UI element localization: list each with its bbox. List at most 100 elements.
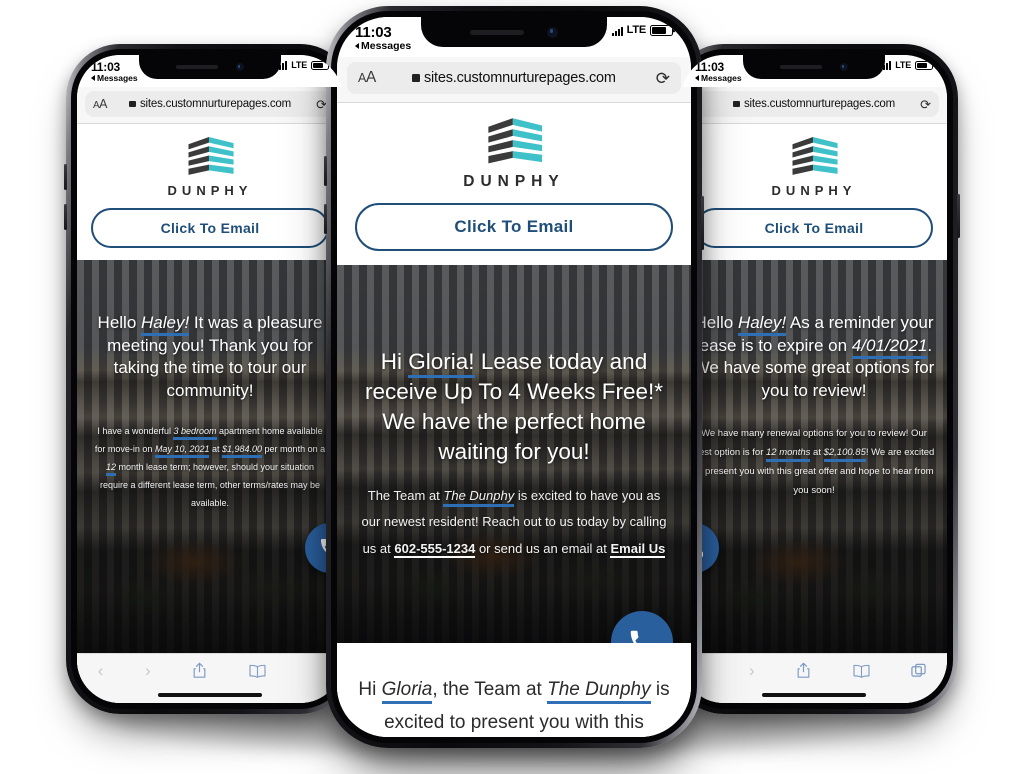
aa-large: A <box>365 69 376 86</box>
aa-large: A <box>99 97 108 111</box>
emphasized-token: 12 <box>105 462 116 477</box>
phone-center-screen: 11:03 Messages LTE AA sites.customnurtur… <box>337 17 691 737</box>
back-label: Messages <box>701 73 742 83</box>
click-to-email-button[interactable]: Click To Email <box>695 208 933 248</box>
home-indicator[interactable] <box>762 693 866 697</box>
power-button[interactable] <box>701 196 704 250</box>
triangle-left-icon <box>91 75 95 81</box>
hero-headline-left: Hello Haley! It was a pleasure meeting y… <box>97 313 323 400</box>
network-type-label: LTE <box>895 60 911 70</box>
cta-wrap-right: Click To Email <box>681 208 947 260</box>
back-to-messages-link[interactable]: Messages <box>695 73 742 83</box>
share-icon[interactable] <box>192 662 207 679</box>
home-indicator-wrap-left <box>77 687 343 703</box>
earpiece-speaker <box>780 65 823 69</box>
phone-right-bezel: 11:03 Messages LTE sites.customnurturepa… <box>675 49 953 709</box>
share-icon[interactable] <box>796 662 811 679</box>
aa-small: A <box>358 71 366 85</box>
page-content-left: DUNPHY Click To Email Hello Haley! It wa… <box>77 124 343 703</box>
status-time: 11:03 <box>695 60 725 74</box>
cta-wrap-left: Click To Email <box>77 208 343 260</box>
back-label: Messages <box>97 73 138 83</box>
emphasized-token: 3 bedroom <box>173 426 217 441</box>
volume-up-button[interactable] <box>324 156 327 186</box>
network-type-label: LTE <box>626 24 647 36</box>
triangle-left-icon <box>695 75 699 81</box>
hero-section-right: Hello Haley! As a reminder your lease is… <box>681 260 947 653</box>
back-to-messages-link[interactable]: Messages <box>91 73 138 83</box>
forward-icon[interactable]: › <box>145 661 151 681</box>
volume-down-button[interactable] <box>64 204 67 230</box>
phone-left-screen: 11:03 Messages LTE AA sites.customnurtur… <box>77 55 343 703</box>
book-icon[interactable] <box>853 664 870 678</box>
lock-icon <box>733 101 740 107</box>
emphasized-token: The Dunphy <box>443 487 515 507</box>
hero-body-center: The Team at The Dunphy is excited to hav… <box>361 487 667 558</box>
url-text[interactable]: sites.customnurturepages.com <box>424 70 616 86</box>
url-text[interactable]: sites.customnurturepages.com <box>140 98 291 110</box>
safari-url-bar-left: AA sites.customnurturepages.com ⟳ <box>77 87 343 124</box>
click-to-email-button[interactable]: Click To Email <box>355 203 673 251</box>
front-camera <box>546 26 558 38</box>
safari-url-bar-center: AA sites.customnurturepages.com ⟳ <box>337 57 691 103</box>
emphasized-token: Gloria <box>381 679 433 704</box>
lock-icon <box>411 74 420 82</box>
reload-icon[interactable]: ⟳ <box>313 98 327 111</box>
mockup-stage: 11:03 Messages LTE AA sites.customnurtur… <box>0 0 1024 774</box>
front-camera <box>839 63 848 71</box>
phone-right: 11:03 Messages LTE sites.customnurturepa… <box>670 44 960 714</box>
hero-body-left: I have a wonderful 3 bedroom apartment h… <box>94 426 326 509</box>
book-icon[interactable] <box>249 664 266 678</box>
brand-wordmark: DUNPHY <box>167 183 253 198</box>
back-to-messages-link[interactable]: Messages <box>355 40 411 52</box>
reload-icon[interactable]: ⟳ <box>652 70 670 87</box>
phone-left-bezel: 11:03 Messages LTE AA sites.customnurtur… <box>71 49 349 709</box>
brand-wordmark: DUNPHY <box>771 183 857 198</box>
forward-icon[interactable]: › <box>749 661 755 681</box>
battery-icon <box>311 60 329 70</box>
emphasized-token: 4/01/2021 <box>851 335 928 359</box>
text-size-button[interactable]: AA <box>93 97 108 111</box>
hero-section-center: Hi Gloria! Lease today and receive Up To… <box>337 265 691 643</box>
dunphy-logo-icon <box>483 117 545 167</box>
volume-up-button[interactable] <box>64 164 67 190</box>
text-size-button[interactable]: AA <box>358 69 376 87</box>
cta-wrap-center: Click To Email <box>337 203 691 265</box>
reload-icon[interactable]: ⟳ <box>917 98 931 111</box>
hero-body-right: We have many renewal options for you to … <box>693 428 935 497</box>
earpiece-speaker <box>176 65 219 69</box>
emphasized-token: The Dunphy <box>547 679 651 704</box>
safari-url-bar-right: AA sites.customnurturepages.com ⟳ <box>681 87 947 124</box>
hero-headline-center: Hi Gloria! Lease today and receive Up To… <box>364 349 664 464</box>
emphasized-token: $2,100.85 <box>823 447 866 463</box>
notch <box>139 55 281 79</box>
brand-block-right: DUNPHY <box>681 124 947 208</box>
emphasized-token: 602-555-1234 <box>394 540 476 558</box>
click-to-email-button[interactable]: Click To Email <box>91 208 329 248</box>
url-text[interactable]: sites.customnurturepages.com <box>744 98 895 110</box>
earpiece-speaker <box>470 29 525 35</box>
back-label: Messages <box>361 40 412 52</box>
emphasized-token: $1,984.00 <box>222 444 263 459</box>
status-time: 11:03 <box>355 24 392 41</box>
lock-icon <box>129 101 136 107</box>
brand-block-left: DUNPHY <box>77 124 343 208</box>
emphasized-token: Email Us <box>610 540 666 558</box>
brand-wordmark: DUNPHY <box>463 173 565 190</box>
home-indicator-wrap-right <box>681 687 947 703</box>
hero-section-left: Hello Haley! It was a pleasure meeting y… <box>77 260 343 653</box>
phone-center: 11:03 Messages LTE AA sites.customnurtur… <box>324 6 704 748</box>
back-icon[interactable]: ‹ <box>98 661 104 681</box>
power-button[interactable] <box>957 194 960 238</box>
brand-block-center: DUNPHY <box>337 103 691 203</box>
tabs-icon[interactable] <box>911 663 926 678</box>
signal-bars-icon <box>611 25 623 36</box>
safari-toolbar-right: ‹ › <box>681 653 947 687</box>
volume-down-button[interactable] <box>324 204 327 234</box>
emphasized-token: May 10, 2021 <box>154 444 210 459</box>
emphasized-token: 12 months <box>766 447 811 463</box>
home-indicator[interactable] <box>158 693 262 697</box>
network-type-label: LTE <box>291 60 307 70</box>
page-content-center: DUNPHY Click To Email Hi Gloria! Lease t… <box>337 103 691 737</box>
hero-headline-right: Hello Haley! As a reminder your lease is… <box>693 313 935 400</box>
